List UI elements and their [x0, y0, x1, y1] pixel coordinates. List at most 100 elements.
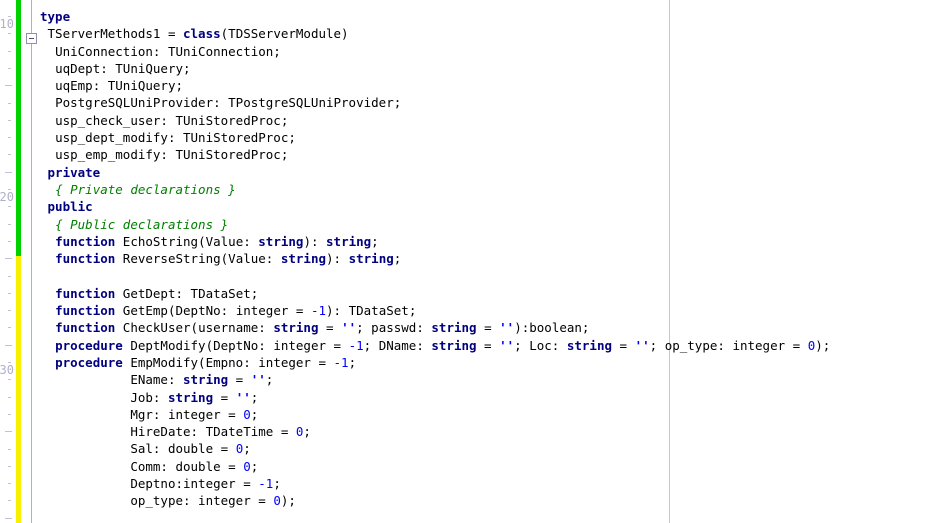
code-text-area[interactable]: type TServerMethods1 = class(TDSServerMo…: [40, 8, 925, 510]
code-token-id: integer: [167, 406, 221, 422]
gutter-tick: [8, 154, 11, 156]
gutter-tick: [5, 85, 12, 87]
code-line: uqDept: TUniQuery;: [40, 60, 925, 77]
code-token-kw: type: [40, 9, 71, 24]
gutter-tick: [8, 102, 11, 104]
code-token-kw: string: [326, 233, 372, 249]
code-line: public: [40, 198, 925, 215]
code-token-id: ReverseString(Value:: [115, 251, 281, 267]
code-token-id: Sal:: [130, 441, 168, 457]
code-line: usp_emp_modify: TUniStoredProc;: [40, 146, 925, 163]
code-token-id: ): TDataSet;: [326, 303, 417, 319]
code-token-id: EName:: [130, 372, 183, 388]
code-line: Sal: double = 0;: [40, 440, 925, 457]
code-token-id: );: [280, 493, 296, 509]
gutter-tick: [8, 413, 11, 415]
code-line: function GetEmp(DeptNo: integer = -1): T…: [40, 302, 925, 319]
gutter-tick: [8, 292, 11, 294]
code-token-id: ):: [303, 233, 327, 249]
code-token-id: double: [175, 458, 221, 474]
code-token-num: -1: [310, 303, 327, 319]
code-token-num: 0: [273, 493, 281, 509]
code-token-id: Job:: [130, 389, 168, 405]
code-token-id: );: [815, 337, 831, 353]
code-token-kw: string: [258, 233, 304, 249]
code-line: function CheckUser(username: string = ''…: [40, 319, 925, 336]
code-line: private: [40, 164, 925, 181]
code-token-kw: string: [183, 372, 229, 388]
gutter-tick: [8, 275, 11, 277]
code-token-kw: public: [47, 199, 93, 215]
code-line: { Private declarations }: [40, 181, 925, 198]
gutter-tick: [8, 500, 11, 502]
code-token-kw: string: [280, 251, 327, 267]
line-number: 20: [0, 190, 14, 204]
code-token-kw: function: [55, 320, 116, 336]
change-bar-unsaved: [16, 256, 21, 523]
code-token-id: =: [228, 372, 251, 388]
fold-margin-line: [31, 0, 32, 523]
gutter-tick: [8, 223, 11, 225]
code-token-kw: string: [566, 337, 613, 353]
code-token-str: '': [235, 389, 251, 405]
code-token-num: -1: [348, 337, 364, 353]
code-token-id: =: [310, 354, 334, 370]
code-line: usp_dept_modify: TUniStoredProc;: [40, 129, 925, 146]
code-line: function EchoString(Value: string): stri…: [40, 233, 925, 250]
code-line: function ReverseString(Value: string): s…: [40, 250, 925, 267]
line-number: 10: [0, 17, 14, 31]
code-token-id: =: [235, 476, 259, 492]
code-token-id: ;: [243, 441, 251, 457]
code-token-id: op_type:: [130, 493, 199, 509]
code-token-id: =: [476, 337, 500, 353]
code-token-id: usp_emp_modify: TUniStoredProc;: [55, 147, 289, 163]
code-token-id: PostgreSQLUniProvider: TPostgreSQLUniPro…: [55, 95, 402, 111]
code-token-id: ; DName:: [363, 337, 432, 353]
code-token-id: usp_check_user: TUniStoredProc;: [55, 112, 289, 128]
code-token-id: ;: [371, 233, 379, 249]
gutter-tick: [8, 50, 11, 52]
code-token-id: (TDSServerModule): [220, 26, 349, 42]
code-token-id: =: [612, 337, 635, 353]
code-token-id: ; Loc:: [514, 337, 567, 353]
code-token-kw: string: [273, 320, 319, 336]
code-token-id: Mgr:: [130, 406, 168, 422]
code-token-id: ):: [326, 251, 349, 267]
code-editor-pane[interactable]: 10 20 30 type TServerMethods1 = class(TDSS…: [0, 0, 925, 523]
gutter-tick: [8, 33, 11, 35]
code-token-id: ;: [273, 476, 281, 492]
code-token-str: '': [250, 372, 266, 388]
code-token-cmt: { Private declarations }: [55, 181, 236, 197]
code-token-id: =: [785, 337, 808, 353]
code-token-id: integer: [273, 337, 326, 353]
change-bar-saved: [16, 0, 21, 256]
code-token-str: '': [634, 337, 650, 353]
code-token-id: HireDate: TDateTime =: [130, 424, 296, 440]
code-token-kw: string: [431, 337, 477, 353]
code-token-num: -1: [333, 354, 349, 370]
collapse-minus-icon[interactable]: [26, 33, 37, 44]
code-line: procedure EmpModify(Empno: integer = -1;: [40, 354, 925, 371]
code-token-id: ;: [250, 389, 259, 405]
code-token-kw: string: [431, 320, 477, 336]
code-token-id: DeptModify(DeptNo:: [122, 337, 274, 353]
gutter-tick: [5, 171, 12, 173]
line-number: 30: [0, 363, 14, 377]
code-token-id: ):boolean;: [514, 320, 590, 336]
code-line: procedure DeptModify(DeptNo: integer = -…: [40, 337, 925, 354]
gutter-tick: [8, 483, 11, 485]
code-line: EName: string = '';: [40, 371, 925, 388]
code-token-kw: string: [167, 389, 214, 405]
code-token-id: integer: [258, 354, 311, 370]
code-token-kw: function: [55, 303, 116, 319]
code-token-str: '': [499, 320, 515, 336]
code-line: PostgreSQLUniProvider: TPostgreSQLUniPro…: [40, 94, 925, 111]
code-token-id: UniConnection: TUniConnection;: [55, 43, 281, 59]
code-token-id: ; op_type:: [649, 337, 733, 353]
code-token-id: ;: [265, 372, 274, 388]
code-token-id: EmpModify(Empno:: [122, 354, 259, 370]
code-token-str: '': [499, 337, 515, 353]
code-token-id: =: [213, 389, 236, 405]
code-token-kw: function: [55, 285, 116, 301]
code-token-id: ;: [348, 354, 357, 370]
